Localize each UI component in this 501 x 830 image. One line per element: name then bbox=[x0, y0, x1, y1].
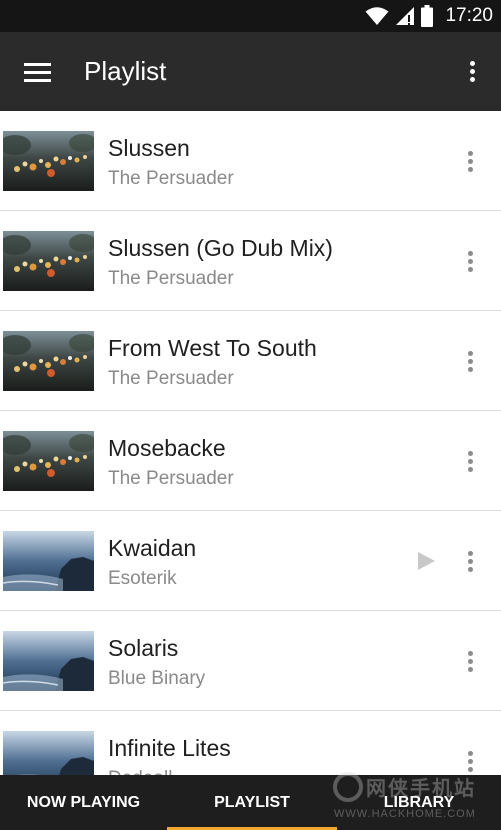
album-artwork bbox=[3, 531, 94, 591]
album-artwork bbox=[3, 731, 94, 775]
tab-playlist[interactable]: PLAYLIST bbox=[167, 775, 337, 830]
playlist-row[interactable]: Slussen The Persuader bbox=[0, 111, 501, 211]
more-vert-icon[interactable] bbox=[461, 56, 485, 88]
playlist-row[interactable]: Kwaidan Esoterik bbox=[0, 511, 501, 611]
page-title: Playlist bbox=[84, 56, 167, 86]
more-vert-icon[interactable] bbox=[459, 347, 483, 377]
track-artist: Blue Binary bbox=[108, 668, 206, 689]
more-vert-icon[interactable] bbox=[459, 247, 483, 277]
track-title: From West To South bbox=[108, 335, 317, 361]
bottom-nav: NOW PLAYING PLAYLIST LIBRARY bbox=[0, 775, 501, 830]
album-artwork bbox=[3, 631, 94, 691]
tab-now-playing[interactable]: NOW PLAYING bbox=[0, 775, 167, 830]
tab-library[interactable]: LIBRARY bbox=[337, 775, 501, 830]
track-title: Mosebacke bbox=[108, 435, 226, 461]
track-artist: The Persuader bbox=[108, 468, 234, 489]
wifi-icon bbox=[365, 7, 389, 25]
album-artwork bbox=[3, 131, 94, 191]
more-vert-icon[interactable] bbox=[459, 647, 483, 677]
status-icons: 17:20 bbox=[365, 0, 493, 32]
playlist-row[interactable]: Slussen (Go Dub Mix) The Persuader bbox=[0, 211, 501, 311]
track-title: Infinite Lites bbox=[108, 735, 231, 761]
track-artist: Esoterik bbox=[108, 568, 177, 589]
playlist-list: Slussen The Persuader Slussen (Go Dub Mi… bbox=[0, 111, 501, 775]
album-artwork bbox=[3, 231, 94, 291]
more-vert-icon[interactable] bbox=[459, 547, 483, 577]
status-time: 17:20 bbox=[445, 5, 493, 26]
playlist-row[interactable]: Mosebacke The Persuader bbox=[0, 411, 501, 511]
more-vert-icon[interactable] bbox=[459, 147, 483, 177]
playlist-row[interactable]: From West To South The Persuader bbox=[0, 311, 501, 411]
battery-icon bbox=[421, 5, 434, 27]
track-title: Solaris bbox=[108, 635, 179, 661]
track-artist: The Persuader bbox=[108, 368, 234, 389]
track-artist: The Persuader bbox=[108, 168, 234, 189]
more-vert-icon[interactable] bbox=[459, 447, 483, 477]
album-artwork bbox=[3, 431, 94, 491]
track-artist: Dedeall bbox=[108, 768, 172, 775]
signal-icon bbox=[396, 7, 415, 25]
track-title: Kwaidan bbox=[108, 535, 197, 561]
hamburger-menu-icon[interactable] bbox=[18, 54, 58, 90]
playlist-row[interactable]: Infinite Lites Dedeall bbox=[0, 711, 501, 775]
track-title: Slussen (Go Dub Mix) bbox=[108, 235, 333, 261]
track-title: Slussen bbox=[108, 135, 190, 161]
more-vert-icon[interactable] bbox=[459, 747, 483, 775]
playlist-row[interactable]: Solaris Blue Binary bbox=[0, 611, 501, 711]
play-icon[interactable] bbox=[416, 551, 436, 571]
app-bar: Playlist bbox=[0, 32, 501, 111]
album-artwork bbox=[3, 331, 94, 391]
status-bar: 17:20 bbox=[0, 0, 501, 32]
track-artist: The Persuader bbox=[108, 268, 234, 289]
